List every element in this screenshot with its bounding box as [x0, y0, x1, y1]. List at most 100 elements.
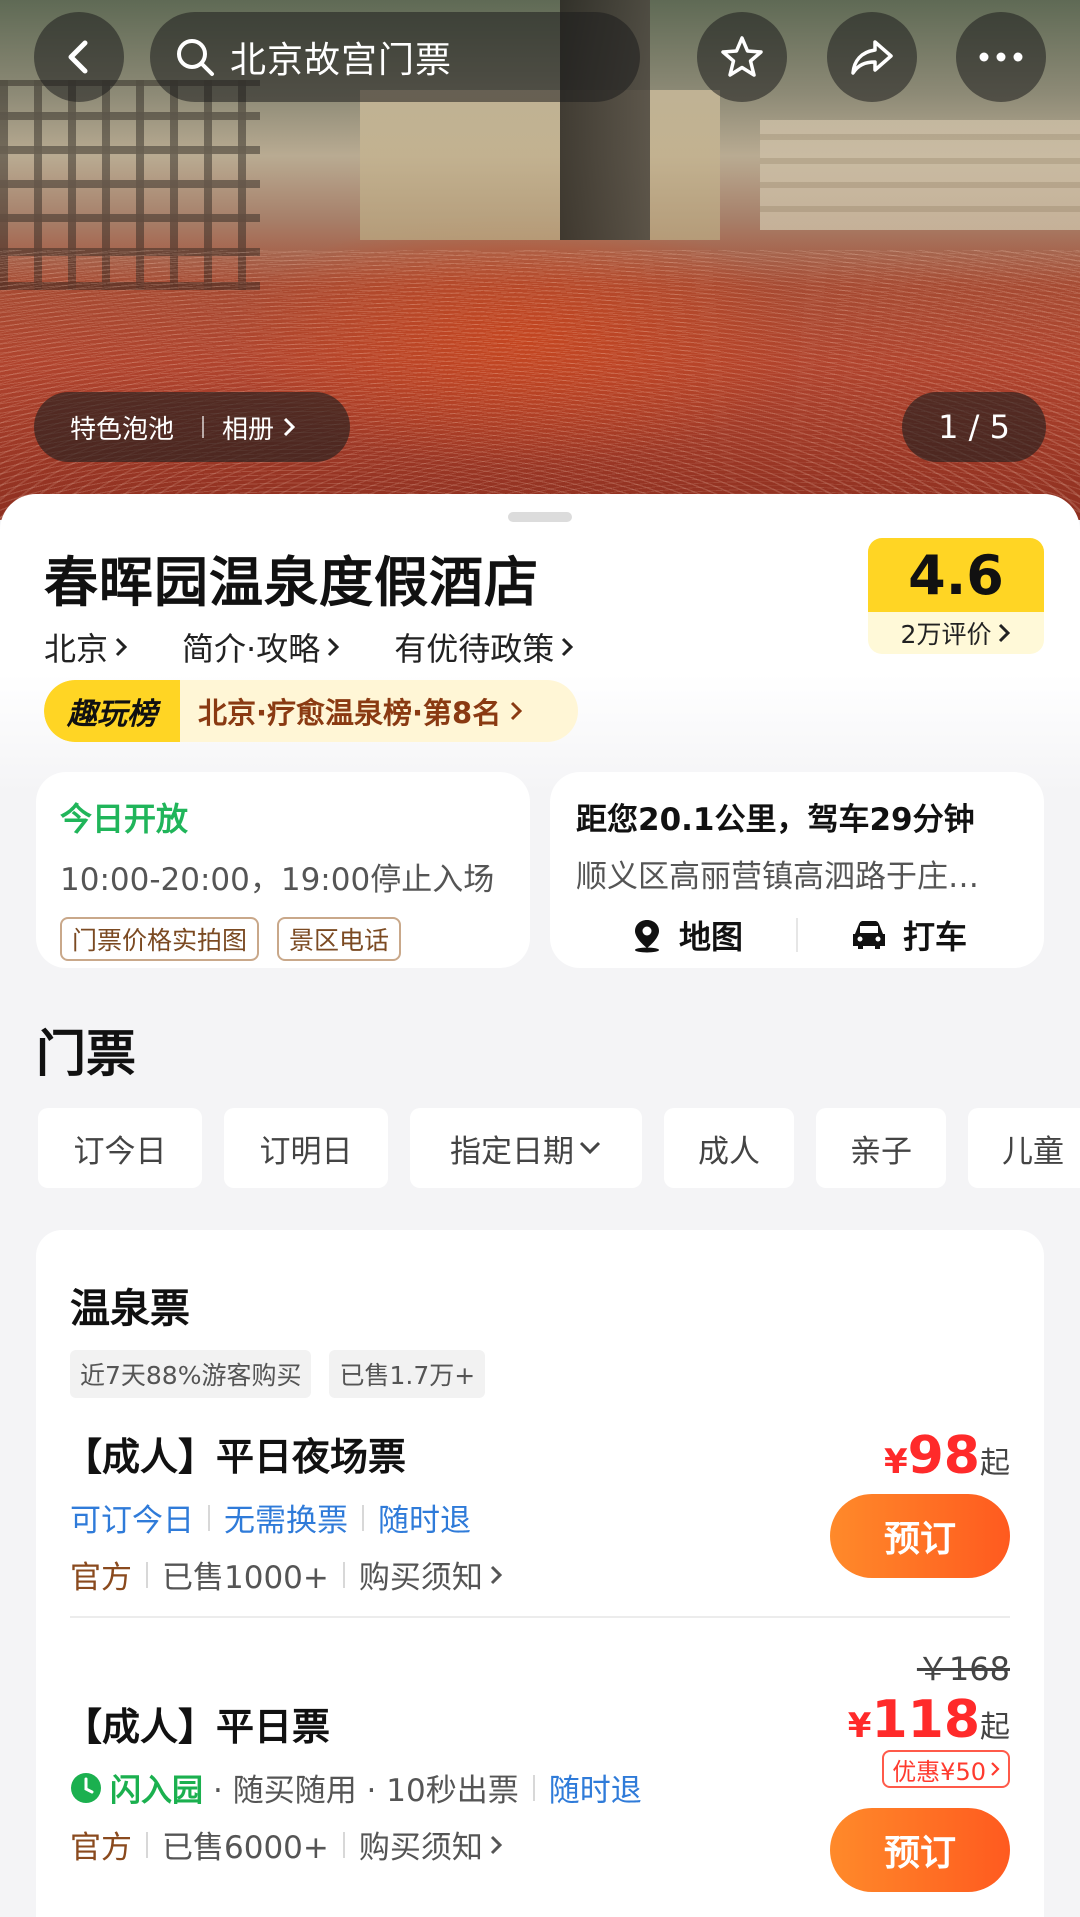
- meta-separator: [146, 1561, 148, 1588]
- discount-policy-link[interactable]: 有优待政策: [394, 624, 574, 670]
- back-arrow-icon: [68, 40, 88, 74]
- hero-water-decor: [0, 250, 1080, 520]
- map-button[interactable]: 地图: [576, 912, 796, 958]
- share-icon: [851, 40, 893, 75]
- flash-entry-badge: 闪入园: [70, 1765, 203, 1810]
- star-icon: [721, 36, 763, 77]
- city-link-label: 北京: [44, 630, 109, 668]
- meta-separator: [342, 1831, 345, 1858]
- filter-today[interactable]: 订今日: [38, 1108, 202, 1188]
- price-photo-chip[interactable]: 门票价格实拍图: [60, 917, 260, 961]
- distance-text: 距您20.1公里，驾车29分钟: [576, 802, 975, 838]
- filter-tomorrow[interactable]: 订明日: [224, 1108, 388, 1188]
- chevron-right-icon: [283, 417, 296, 437]
- price-suffix: 起: [980, 1446, 1010, 1481]
- feature-book-today: 可订今日: [70, 1503, 194, 1539]
- share-button[interactable]: [827, 12, 917, 102]
- discount-policy-link-label: 有优待政策: [394, 630, 555, 668]
- chevron-right-icon: [511, 701, 523, 721]
- location-card[interactable]: 距您20.1公里，驾车29分钟 顺义区高丽营镇高泗路于庄… 地图 打车: [550, 772, 1044, 968]
- taxi-button-label: 打车: [902, 918, 967, 956]
- search-query[interactable]: 北京故宫门票: [230, 31, 452, 83]
- currency-symbol: ¥: [883, 1442, 908, 1482]
- more-dots-icon: [979, 52, 1023, 62]
- filter-pick-date-label: 指定日期: [450, 1133, 574, 1170]
- purchase-notice-link[interactable]: 购买须知: [359, 1552, 483, 1597]
- album-pill[interactable]: 特色泡池 相册: [34, 392, 350, 462]
- ticket-price: ¥98起: [884, 1426, 1010, 1486]
- chevron-down-icon: [579, 1141, 601, 1155]
- sold-count: 已售6000+: [162, 1830, 329, 1866]
- chevron-right-icon: [328, 637, 340, 657]
- photo-counter: 1 / 5: [902, 392, 1046, 462]
- intro-guide-link[interactable]: 简介·攻略: [182, 624, 340, 670]
- price-value: 118: [871, 1690, 980, 1750]
- official-label: 官方: [70, 1830, 132, 1866]
- official-label: 官方: [70, 1560, 132, 1596]
- scenic-phone-chip[interactable]: 景区电话: [277, 917, 402, 961]
- price-value: 98: [907, 1426, 980, 1486]
- review-count-label: 2万评价: [900, 620, 992, 649]
- feature-refund-anytime: 随时退: [378, 1503, 471, 1539]
- ranking-tag: 趣玩榜: [44, 680, 180, 742]
- ranking-badge[interactable]: 趣玩榜 北京·疗愈温泉榜·第8名: [44, 680, 578, 742]
- rating-score: 4.6: [868, 538, 1044, 612]
- chevron-right-icon: [991, 1762, 1000, 1776]
- review-count: 2万评价: [868, 612, 1044, 654]
- feature-no-exchange: 无需换票: [224, 1503, 348, 1539]
- ticket-divider: [70, 1616, 1010, 1618]
- more-button[interactable]: [956, 12, 1046, 102]
- city-link[interactable]: 北京: [44, 624, 128, 670]
- chevron-right-icon: [490, 1565, 502, 1584]
- feature-separator: [362, 1504, 364, 1531]
- meta-links: 北京 简介·攻略 有优待政策: [44, 624, 628, 670]
- discount-label: 优惠¥50: [892, 1757, 986, 1786]
- purchase-rate-tag: 近7天88%游客购买: [70, 1350, 312, 1398]
- ticket-name: 【成人】平日夜场票: [64, 1435, 407, 1479]
- car-icon: [852, 921, 885, 949]
- map-button-label: 地图: [678, 918, 743, 956]
- book-button[interactable]: 预订: [830, 1494, 1010, 1578]
- ranking-text: 北京·疗愈温泉榜·第8名: [198, 690, 523, 732]
- filter-child[interactable]: 儿童: [968, 1108, 1080, 1188]
- album-tag: 特色泡池: [70, 414, 175, 445]
- sheet-grabber[interactable]: [508, 512, 572, 522]
- hero-photo[interactable]: 北京故宫门票 特色泡池 相册 1 / 5: [0, 0, 1080, 520]
- book-button[interactable]: 预订: [830, 1808, 1010, 1892]
- panel-title: 温泉票: [70, 1286, 190, 1332]
- ticket-price: ￥168 ¥118起 优惠¥50: [848, 1644, 1010, 1788]
- currency-symbol: ¥: [847, 1706, 872, 1746]
- original-price: ￥168: [916, 1650, 1010, 1688]
- map-pin-icon: [634, 920, 659, 953]
- album-link[interactable]: 相册: [222, 409, 274, 446]
- meta-separator: [342, 1561, 345, 1588]
- chevron-right-icon: [490, 1835, 502, 1854]
- feature-refund-anytime: 随时退: [548, 1773, 642, 1809]
- flash-entry-label: 闪入园: [110, 1773, 203, 1809]
- chevron-right-icon: [562, 637, 574, 657]
- sold-count: 已售1000+: [162, 1560, 329, 1596]
- detail-sheet: 春晖园温泉度假酒店 北京 简介·攻略 有优待政策 4.6 2万评价 趣玩榜 北京…: [0, 494, 1080, 1917]
- hot-spring-ticket-panel: 温泉票 近7天88%游客购买 已售1.7万+ 【成人】平日夜场票 可订今日 无需…: [36, 1230, 1044, 1917]
- filter-adult[interactable]: 成人: [664, 1108, 794, 1188]
- tickets-section-title: 门票: [36, 1025, 136, 1083]
- filter-family[interactable]: 亲子: [816, 1108, 946, 1188]
- ranking-text-label: 北京·疗愈温泉榜·第8名: [198, 696, 502, 730]
- taxi-button[interactable]: 打车: [798, 912, 1018, 958]
- rating-card[interactable]: 4.6 2万评价: [868, 538, 1044, 654]
- open-status: 今日开放: [60, 800, 189, 838]
- discount-badge[interactable]: 优惠¥50: [882, 1750, 1010, 1788]
- back-button[interactable]: [34, 12, 124, 102]
- favorite-button[interactable]: [697, 12, 787, 102]
- price-suffix: 起: [980, 1710, 1010, 1745]
- feature-separator: [208, 1504, 210, 1531]
- opening-hours-card[interactable]: 今日开放 10:00-20:00，19:00停止入场 门票价格实拍图 景区电话: [36, 772, 530, 968]
- filter-pick-date[interactable]: 指定日期: [410, 1108, 642, 1188]
- search-bar[interactable]: 北京故宫门票: [150, 12, 640, 102]
- purchase-notice-link[interactable]: 购买须知: [359, 1822, 483, 1867]
- hero-wall-decor: [360, 90, 720, 240]
- meta-separator: [146, 1831, 148, 1858]
- feature-separator: [532, 1774, 535, 1801]
- sold-count-tag: 已售1.7万+: [329, 1350, 486, 1398]
- intro-guide-link-label: 简介·攻略: [182, 630, 321, 668]
